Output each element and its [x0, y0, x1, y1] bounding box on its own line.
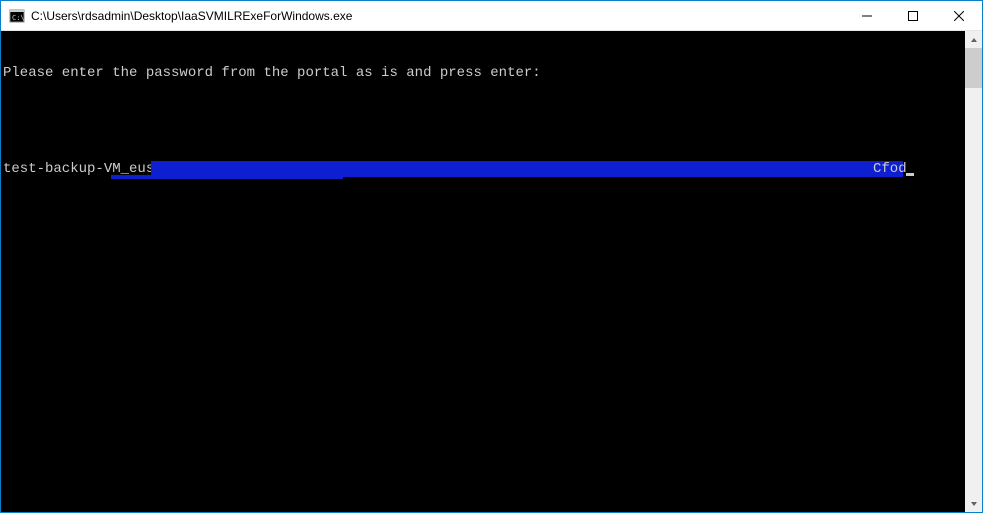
- console-input-line: test-backup-VM_eusCfod: [3, 161, 965, 177]
- redaction-underline: [111, 175, 343, 179]
- scroll-down-button[interactable]: [965, 495, 982, 512]
- scroll-thumb[interactable]: [965, 48, 982, 88]
- minimize-button[interactable]: [844, 1, 890, 30]
- svg-text:C:\: C:\: [12, 14, 25, 22]
- scroll-up-button[interactable]: [965, 31, 982, 48]
- console-redacted-tail: Cfod: [873, 161, 907, 177]
- vertical-scrollbar[interactable]: [965, 31, 982, 512]
- console-prompt-line: Please enter the password from the porta…: [3, 65, 965, 81]
- scroll-track[interactable]: [965, 48, 982, 495]
- client-area: Please enter the password from the porta…: [1, 31, 982, 512]
- window-controls: [844, 1, 982, 30]
- app-icon: C:\: [9, 8, 25, 24]
- window-title: C:\Users\rdsadmin\Desktop\IaaSVMILRExeFo…: [31, 9, 844, 23]
- text-cursor: [906, 173, 914, 176]
- console-blank-line: [3, 113, 965, 129]
- titlebar: C:\ C:\Users\rdsadmin\Desktop\IaaSVMILRE…: [1, 1, 982, 31]
- close-button[interactable]: [936, 1, 982, 30]
- console-output[interactable]: Please enter the password from the porta…: [1, 31, 965, 512]
- maximize-button[interactable]: [890, 1, 936, 30]
